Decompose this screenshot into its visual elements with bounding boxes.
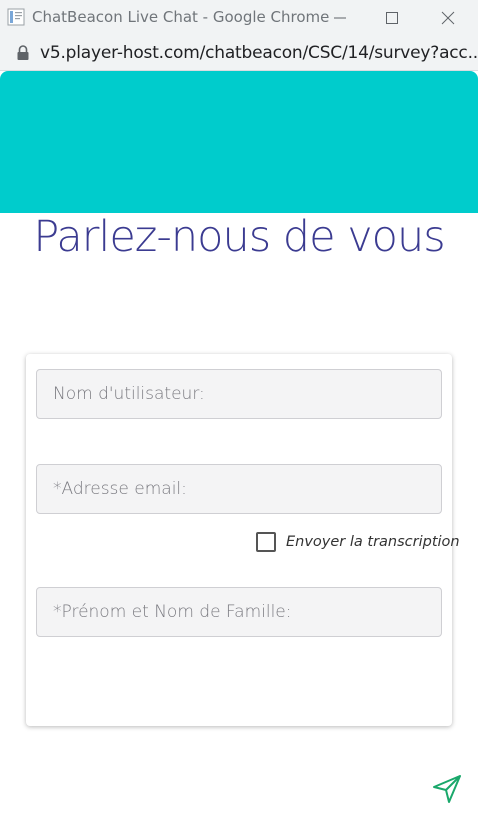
send-button[interactable]: [431, 773, 463, 805]
minimize-icon: [334, 17, 346, 18]
close-button[interactable]: [425, 0, 471, 35]
fullname-field[interactable]: [36, 587, 442, 637]
transcript-label[interactable]: Envoyer la transcription: [286, 534, 460, 550]
window-title: ChatBeacon Live Chat - Google Chrome: [32, 8, 330, 26]
maximize-icon: [386, 11, 398, 24]
maximize-button[interactable]: [369, 0, 415, 35]
chat-page: Parlez-nous de vous Envoyer la transcrip…: [0, 71, 478, 820]
close-icon: [441, 11, 455, 24]
email-field[interactable]: [36, 464, 442, 514]
username-field[interactable]: [36, 369, 442, 419]
address-bar[interactable]: v5.player-host.com/chatbeacon/CSC/14/sur…: [0, 35, 478, 71]
send-icon: [433, 775, 461, 803]
minimize-button[interactable]: [317, 0, 363, 35]
chat-header-banner: [0, 71, 478, 213]
page-icon: [7, 8, 25, 26]
transcript-option[interactable]: Envoyer la transcription: [256, 532, 460, 552]
window-titlebar: ChatBeacon Live Chat - Google Chrome: [0, 0, 478, 35]
page-title: Parlez-nous de vous: [33, 212, 445, 262]
transcript-checkbox[interactable]: [256, 532, 276, 552]
url-text[interactable]: v5.player-host.com/chatbeacon/CSC/14/sur…: [40, 43, 478, 63]
lock-icon[interactable]: [16, 45, 30, 61]
survey-form: Envoyer la transcription: [26, 354, 460, 726]
